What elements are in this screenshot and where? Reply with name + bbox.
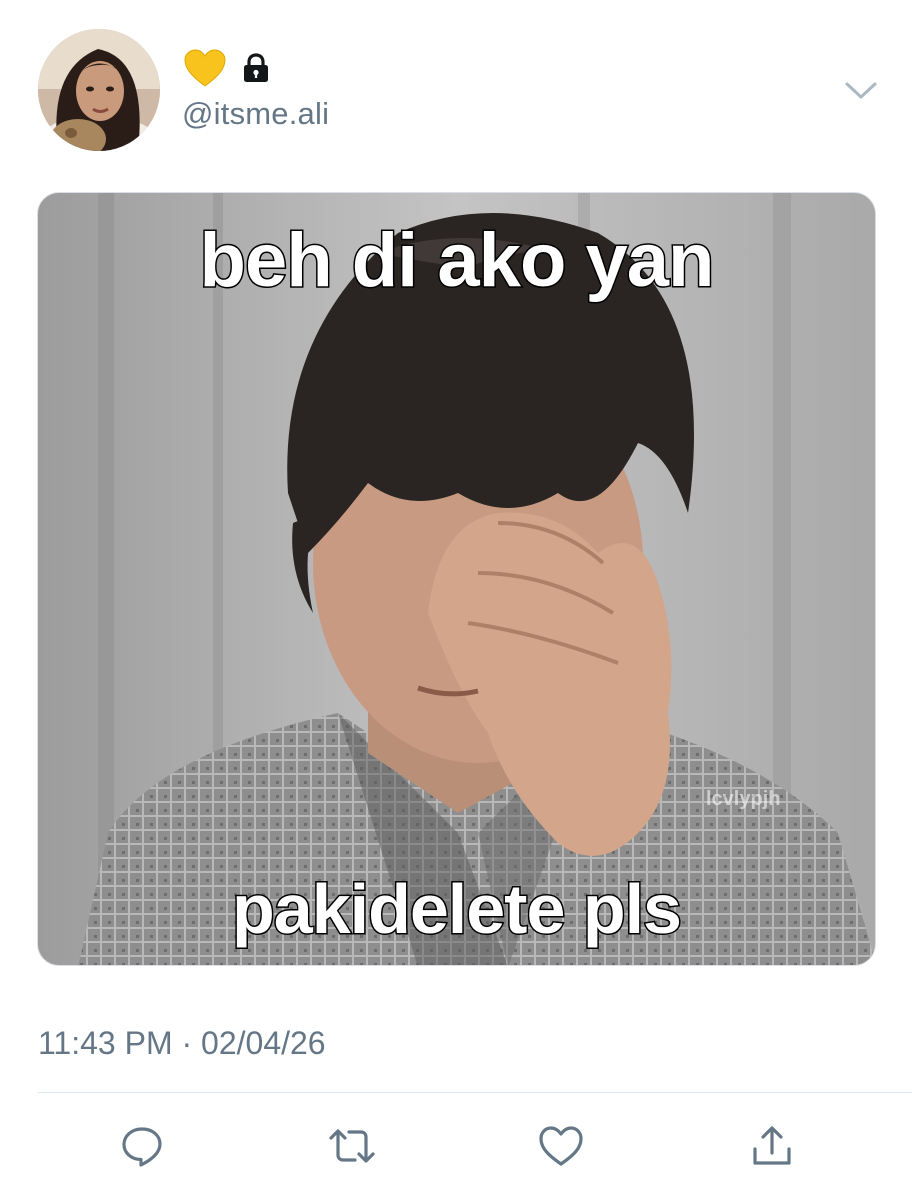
retweet-button[interactable] xyxy=(328,1122,376,1170)
reply-icon xyxy=(119,1123,165,1169)
display-name-row xyxy=(183,46,271,90)
tweet-timestamp[interactable]: 11:43 PM · 02/04/26 xyxy=(38,1025,326,1062)
watermark: lcvlypjh xyxy=(706,788,781,810)
meme-caption-top: beh di ako yan xyxy=(198,217,716,305)
like-button[interactable] xyxy=(537,1122,585,1170)
tweet-detail: @itsme.ali beh di ako yan lcvlypjh pakid… xyxy=(0,0,912,1200)
divider xyxy=(38,1092,912,1093)
meme-caption-bottom: pakidelete pls xyxy=(231,869,684,950)
share-button[interactable] xyxy=(748,1122,796,1170)
chevron-down-icon[interactable] xyxy=(843,78,879,104)
avatar-photo xyxy=(38,29,160,151)
yellow-heart-icon xyxy=(183,48,227,88)
user-handle[interactable]: @itsme.ali xyxy=(182,96,329,132)
meme-photo xyxy=(38,193,875,965)
tweet-media-image[interactable]: beh di ako yan lcvlypjh pakidelete pls xyxy=(37,192,876,966)
like-icon xyxy=(538,1124,584,1168)
lock-icon xyxy=(241,52,271,84)
share-icon xyxy=(749,1123,795,1169)
avatar[interactable] xyxy=(38,29,160,151)
reply-button[interactable] xyxy=(118,1122,166,1170)
retweet-icon xyxy=(327,1123,377,1169)
